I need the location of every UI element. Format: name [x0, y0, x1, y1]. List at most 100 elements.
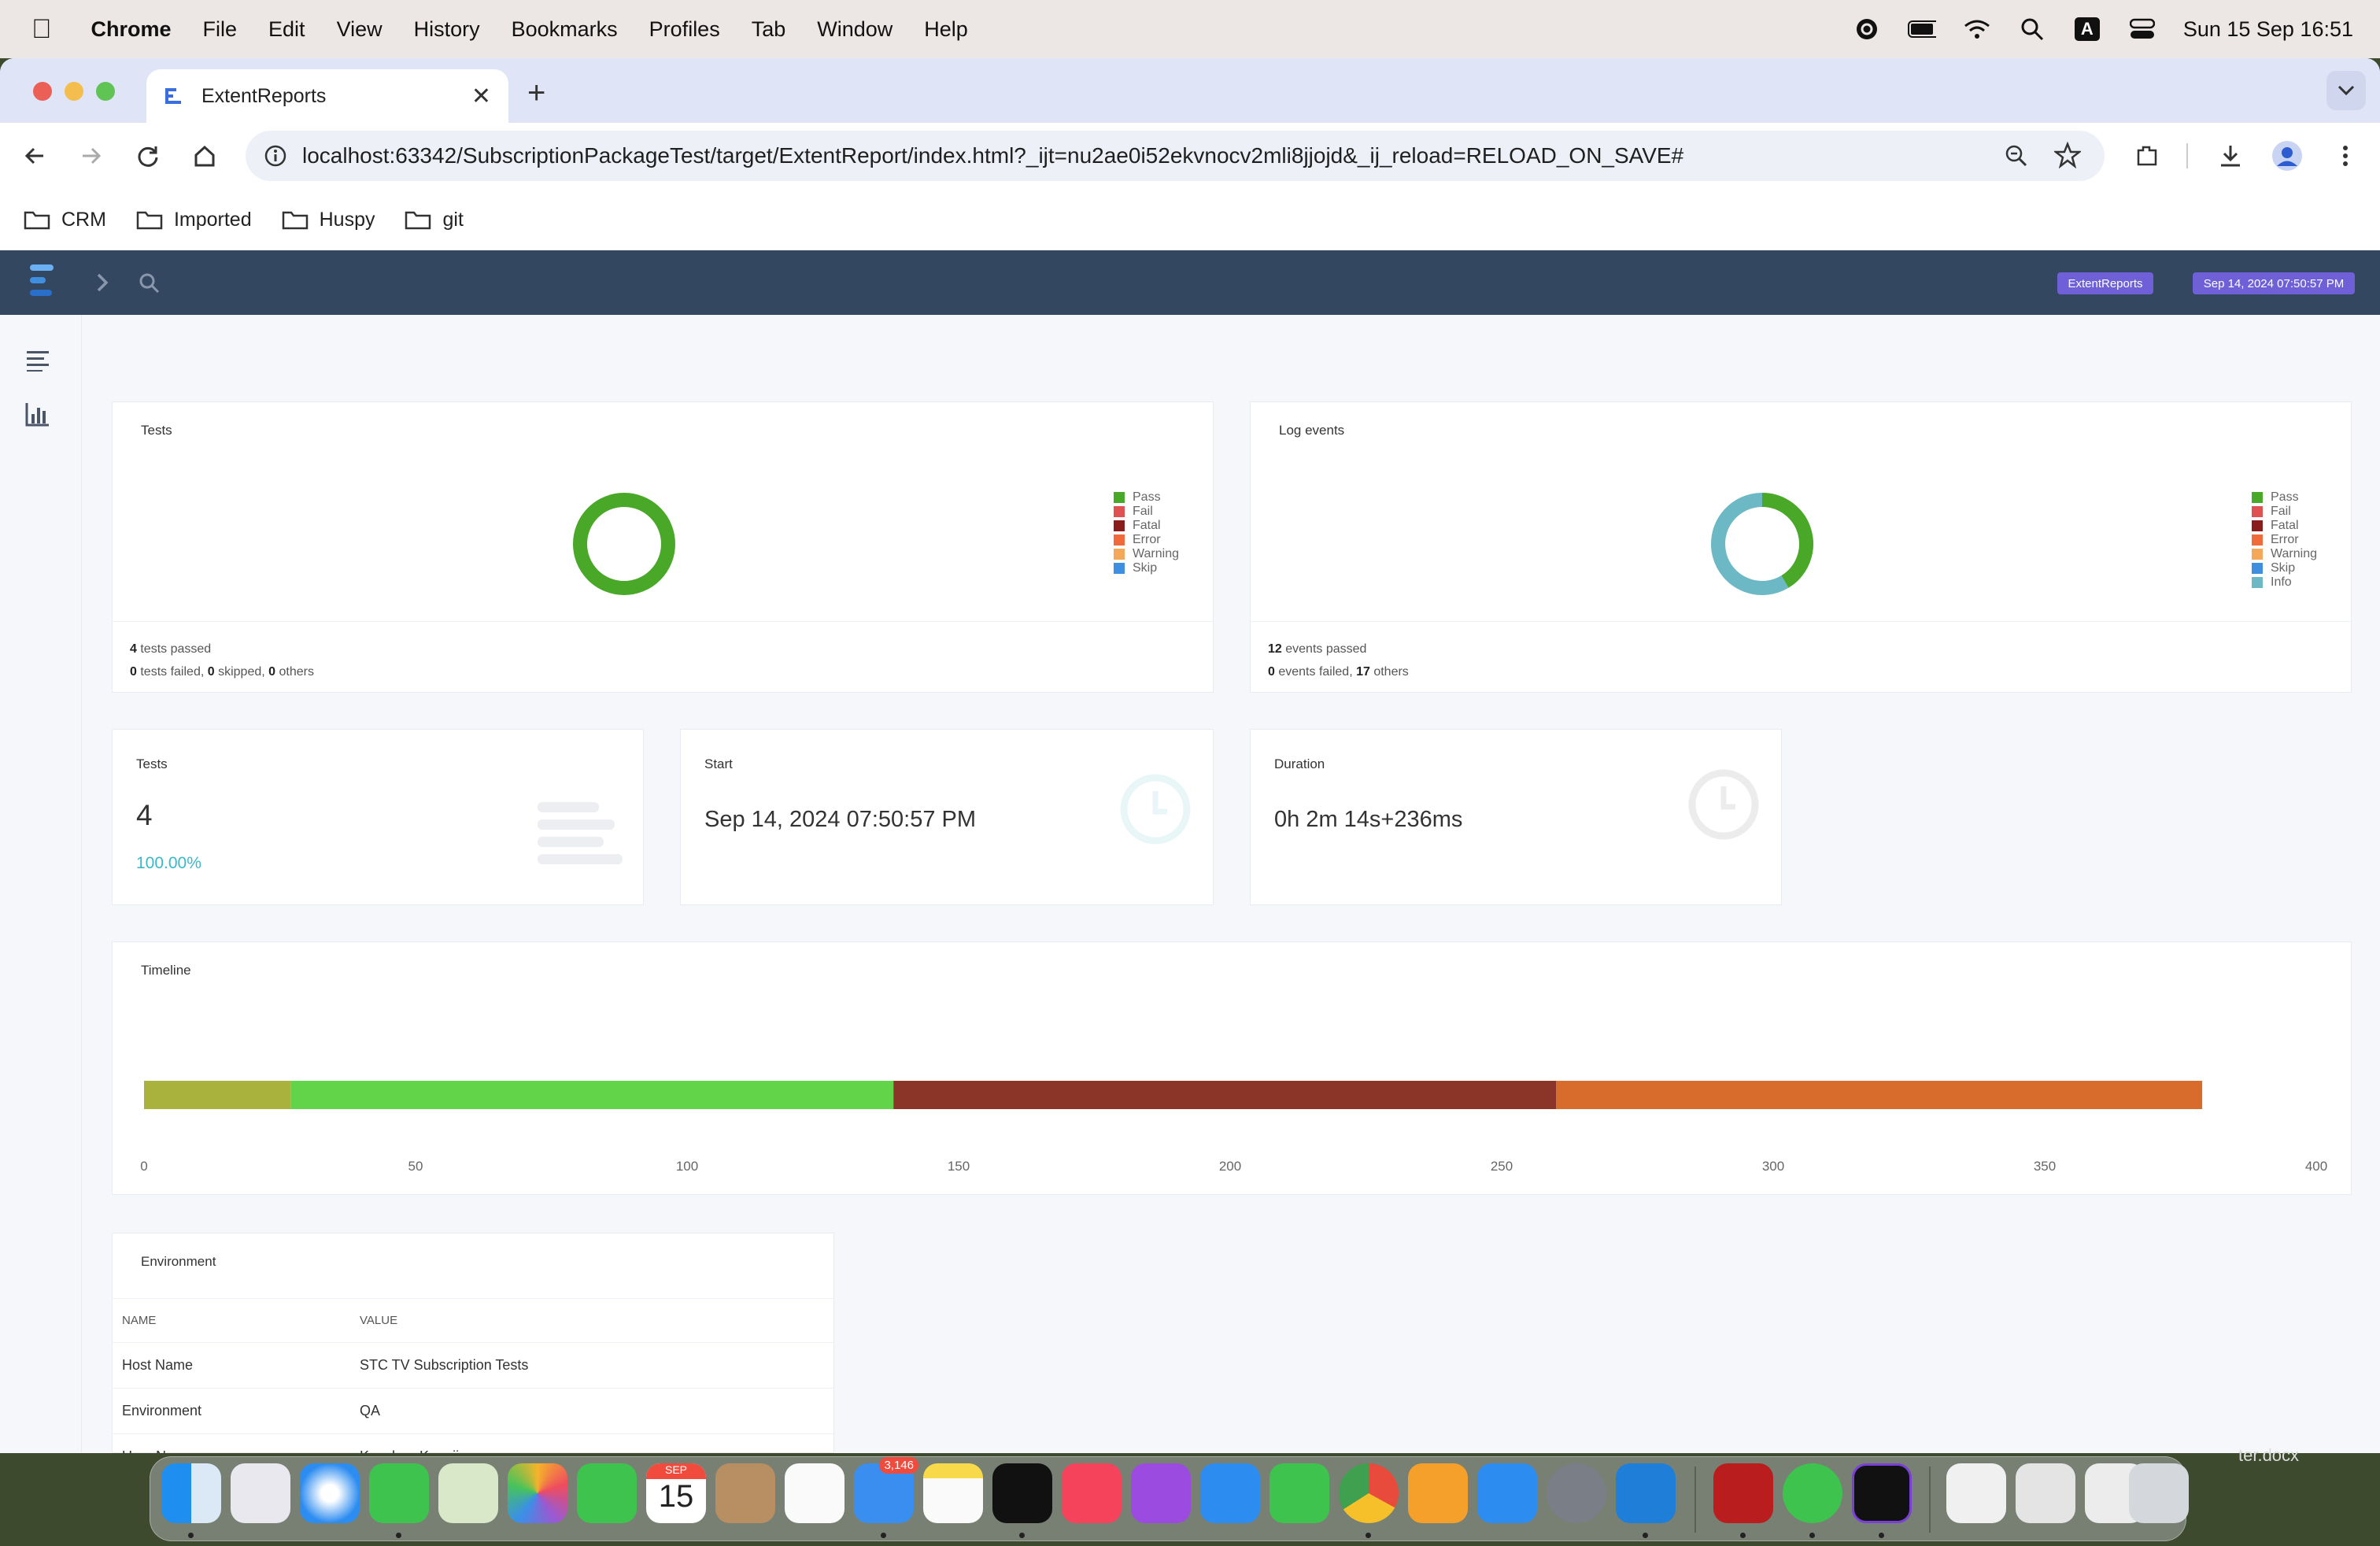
calendar-icon[interactable]: SEP 15: [646, 1463, 706, 1523]
intellij-icon[interactable]: [1852, 1463, 1912, 1523]
timeline-segment-2[interactable]: [290, 1081, 894, 1109]
extentreports-logo-icon[interactable]: [25, 261, 58, 304]
menu-file[interactable]: File: [203, 17, 238, 42]
timeline-segment-4[interactable]: [1556, 1081, 2203, 1109]
legend-item-error[interactable]: Error: [1114, 533, 1179, 547]
control-center-icon[interactable]: [2128, 15, 2156, 43]
dashboard-chart-icon[interactable]: [25, 401, 50, 427]
legend-item-error[interactable]: Error: [2252, 533, 2317, 547]
music-icon[interactable]: [1062, 1463, 1122, 1523]
menu-bookmarks[interactable]: Bookmarks: [512, 17, 618, 42]
legend-item-skip[interactable]: Skip: [1114, 561, 1179, 575]
donut-slice-info[interactable]: [1711, 493, 1789, 595]
address-bar[interactable]: localhost:63342/SubscriptionPackageTest/…: [246, 131, 2105, 181]
whatsapp-icon[interactable]: [1783, 1463, 1842, 1523]
numbers-icon[interactable]: [1269, 1463, 1329, 1523]
desktop-file-label[interactable]: ter.docx: [2238, 1445, 2299, 1466]
reload-icon[interactable]: [128, 135, 168, 176]
apple-menu-icon[interactable]: : [31, 14, 52, 45]
spotlight-icon[interactable]: [2018, 15, 2046, 43]
donut-slice-pass[interactable]: [573, 493, 675, 595]
donut-slice-pass[interactable]: [1761, 493, 1813, 588]
legend-item-skip[interactable]: Skip: [2252, 561, 2317, 575]
zoom-icon[interactable]: [2004, 143, 2029, 174]
log-events-donut-chart[interactable]: [1707, 489, 1817, 599]
mail-icon[interactable]: 3,146: [854, 1457, 918, 1523]
bookmark-folder-crm[interactable]: CRM: [24, 209, 106, 231]
facetime-icon[interactable]: [577, 1463, 637, 1523]
window-close-button[interactable]: [33, 82, 52, 101]
system-settings-icon[interactable]: [1547, 1463, 1606, 1523]
timeline-segment-1[interactable]: [144, 1081, 291, 1109]
menubar-datetime[interactable]: Sun 15 Sep 16:51: [2183, 17, 2353, 42]
profile-avatar-icon[interactable]: [2267, 135, 2308, 176]
menu-edit[interactable]: Edit: [268, 17, 305, 42]
legend-item-pass[interactable]: Pass: [2252, 490, 2317, 505]
back-icon[interactable]: [14, 135, 55, 176]
menu-window[interactable]: Window: [817, 17, 893, 42]
contacts-icon[interactable]: [715, 1463, 775, 1523]
search-icon[interactable]: [139, 272, 161, 294]
legend-item-info[interactable]: Info: [2252, 575, 2317, 590]
extensions-icon[interactable]: [2127, 135, 2168, 176]
legend-item-fatal[interactable]: Fatal: [2252, 519, 2317, 533]
acrobat-icon[interactable]: [1713, 1463, 1773, 1523]
wifi-icon[interactable]: [1963, 15, 1991, 43]
legend-item-warning[interactable]: Warning: [2252, 547, 2317, 561]
browser-tab-extentreports[interactable]: ExtentReports ✕: [146, 69, 508, 123]
chrome-icon[interactable]: [1339, 1463, 1399, 1523]
maps-icon[interactable]: [438, 1463, 498, 1523]
menu-tab[interactable]: Tab: [752, 17, 786, 42]
tab-search-button[interactable]: [2326, 71, 2366, 110]
downloads-stack-icon[interactable]: [2016, 1463, 2075, 1523]
legend-item-pass[interactable]: Pass: [1114, 490, 1179, 505]
podcasts-icon[interactable]: [1131, 1463, 1191, 1523]
reminders-icon[interactable]: [785, 1463, 844, 1523]
messages-icon[interactable]: [369, 1463, 429, 1523]
keynote-icon[interactable]: [1200, 1463, 1260, 1523]
vscode-icon[interactable]: [1616, 1463, 1676, 1523]
bookmark-folder-imported[interactable]: Imported: [136, 209, 252, 231]
document-stack-icon[interactable]: [1946, 1463, 2006, 1523]
forward-icon[interactable]: [71, 135, 112, 176]
launchpad-icon[interactable]: [231, 1463, 290, 1523]
photos-icon[interactable]: [508, 1463, 567, 1523]
input-source-icon[interactable]: A: [2073, 15, 2101, 43]
apple-tv-icon[interactable]: [992, 1463, 1052, 1523]
trash-icon[interactable]: [2129, 1463, 2189, 1523]
menu-help[interactable]: Help: [924, 17, 968, 42]
site-info-icon[interactable]: [263, 143, 288, 174]
window-zoom-button[interactable]: [96, 82, 115, 101]
new-tab-button[interactable]: +: [527, 76, 545, 111]
tests-donut-chart[interactable]: [569, 489, 679, 599]
url-text[interactable]: localhost:63342/SubscriptionPackageTest/…: [302, 143, 1683, 168]
downloads-icon[interactable]: [2210, 135, 2251, 176]
app-menu-chrome[interactable]: Chrome: [91, 17, 172, 42]
grammarly-icon[interactable]: [1853, 15, 1881, 43]
bookmark-folder-git[interactable]: git: [405, 209, 464, 231]
menu-history[interactable]: History: [414, 17, 480, 42]
timeline-segment-3[interactable]: [893, 1081, 1556, 1109]
legend-item-fail[interactable]: Fail: [1114, 505, 1179, 519]
window-minimize-button[interactable]: [65, 82, 83, 101]
finder-icon[interactable]: [161, 1463, 221, 1523]
bookmark-star-icon[interactable]: [2053, 141, 2082, 174]
home-icon[interactable]: [184, 135, 225, 176]
menu-profiles[interactable]: Profiles: [649, 17, 720, 42]
test-list-icon[interactable]: [25, 350, 50, 372]
legend-item-fail[interactable]: Fail: [2252, 505, 2317, 519]
menu-view[interactable]: View: [337, 17, 382, 42]
legend-item-warning[interactable]: Warning: [1114, 547, 1179, 561]
battery-icon[interactable]: [1907, 15, 1936, 43]
chevron-right-icon[interactable]: [94, 272, 110, 293]
bookmark-folder-huspy[interactable]: Huspy: [282, 209, 375, 231]
pages-icon[interactable]: [1408, 1463, 1468, 1523]
legend-item-fatal[interactable]: Fatal: [1114, 519, 1179, 533]
safari-icon[interactable]: [300, 1463, 360, 1523]
notes-icon[interactable]: [923, 1463, 983, 1523]
app-store-icon[interactable]: [1477, 1463, 1537, 1523]
column-header-value: VALUE: [360, 1314, 398, 1327]
browser-menu-icon[interactable]: [2325, 135, 2366, 176]
tab-close-icon[interactable]: ✕: [471, 83, 491, 110]
timeline-chart[interactable]: 0 50 100 150 200 250 300 350 400: [113, 942, 2352, 1196]
